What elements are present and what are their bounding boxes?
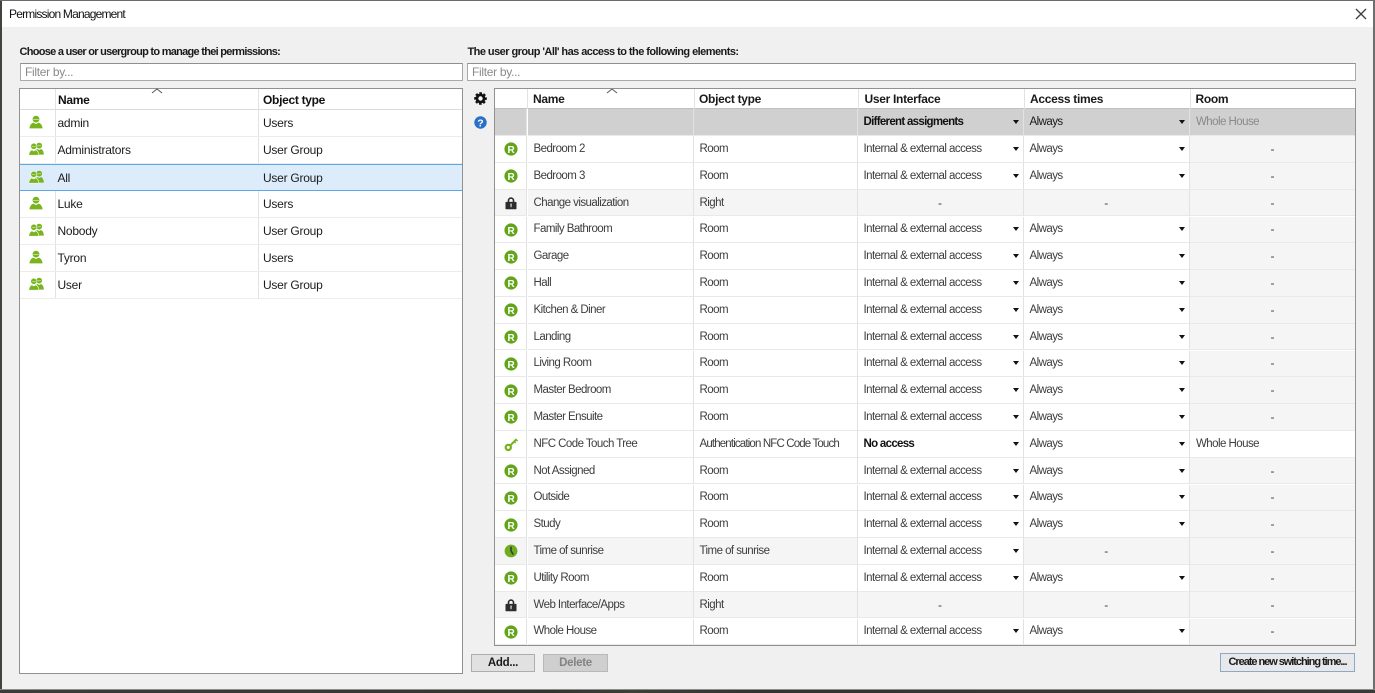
svg-text:R: R (507, 494, 515, 505)
svg-text:R: R (507, 145, 515, 156)
svg-text:R: R (507, 333, 515, 344)
svg-text:R: R (507, 226, 515, 237)
svg-text:?: ? (477, 117, 483, 129)
svg-text:R: R (507, 306, 515, 317)
svg-text:R: R (507, 360, 515, 371)
svg-text:R: R (507, 574, 515, 585)
svg-text:R: R (507, 253, 515, 264)
svg-text:R: R (507, 387, 515, 398)
svg-text:R: R (507, 467, 515, 478)
svg-text:R: R (507, 413, 515, 424)
svg-text:R: R (507, 521, 515, 532)
svg-text:R: R (507, 279, 515, 290)
svg-text:R: R (507, 628, 515, 639)
svg-text:R: R (507, 172, 515, 183)
